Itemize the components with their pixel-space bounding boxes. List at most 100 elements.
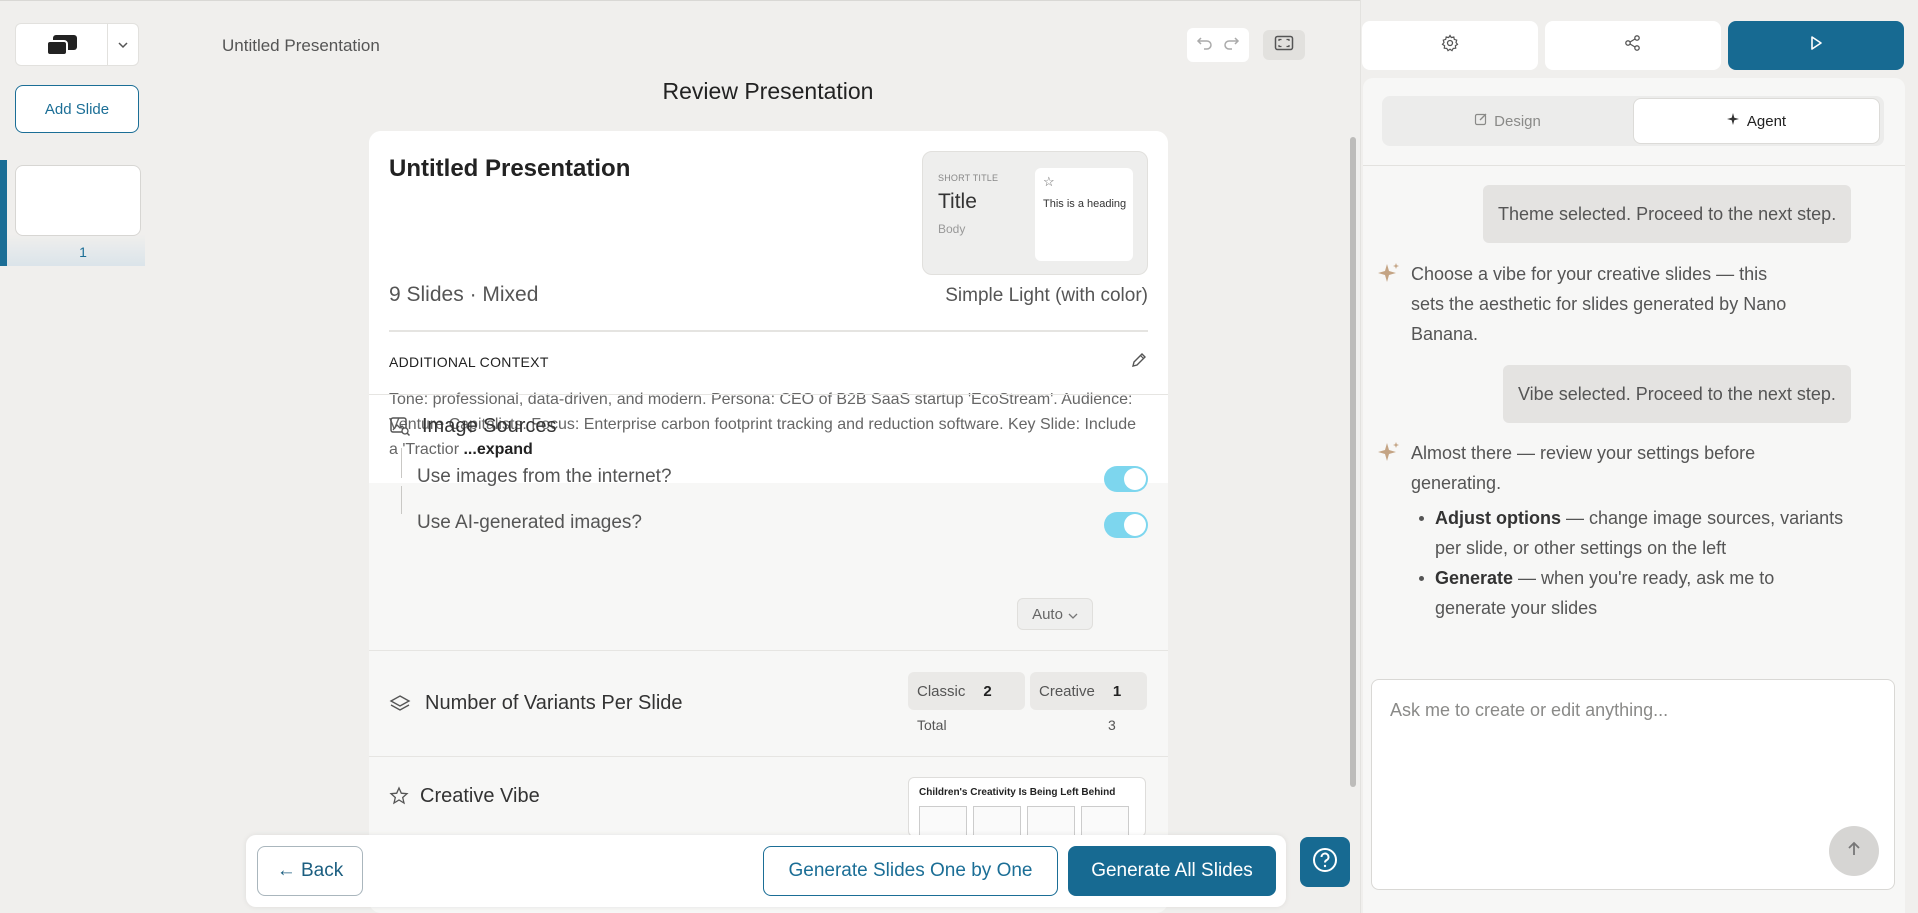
theme-title: Title — [938, 190, 977, 213]
message-line: Almost there — review your settings befo… — [1411, 443, 1756, 463]
scrollbar[interactable] — [1350, 137, 1356, 787]
undo-redo-group — [1187, 28, 1249, 62]
classic-label: Classic — [917, 682, 966, 700]
theme-name: Simple Light (with color) — [945, 285, 1148, 306]
document-title[interactable]: Untitled Presentation — [222, 36, 380, 56]
slide-thumbnail[interactable] — [15, 165, 141, 236]
sparkle-icon — [1726, 112, 1741, 130]
chat-input-placeholder: Ask me to create or edit anything... — [1390, 700, 1669, 720]
vibe-preview-image[interactable]: Children's Creativity Is Being Left Behi… — [908, 777, 1146, 837]
layers-icon — [389, 693, 411, 720]
chevron-down-icon[interactable] — [108, 24, 138, 65]
page-title: Review Presentation — [662, 78, 874, 104]
generate-all-button[interactable]: Generate All Slides — [1068, 846, 1276, 896]
internet-images-label: Use images from the internet? — [417, 466, 672, 487]
active-slide-indicator — [0, 160, 7, 266]
arrow-up-icon — [1845, 840, 1863, 863]
pencil-icon[interactable] — [1130, 351, 1148, 374]
app-logo-icon — [16, 24, 108, 65]
section-divider — [369, 650, 1168, 651]
image-sources-label: Image Sources — [422, 415, 557, 437]
vibe-tile — [1081, 806, 1129, 836]
message-line: Banana. — [1411, 324, 1479, 344]
edit-icon — [1474, 112, 1488, 130]
creative-value: 1 — [1112, 682, 1122, 700]
theme-mini-slide: ☆ This is a heading — [1035, 168, 1133, 261]
tab-divider — [1363, 165, 1905, 166]
tab-agent[interactable]: Agent — [1633, 98, 1880, 144]
list-item: Adjust options — change image sources, v… — [1419, 503, 1845, 563]
bullet-bold: Adjust options — [1435, 508, 1561, 528]
share-button[interactable] — [1545, 21, 1721, 70]
message-line: generating. — [1411, 473, 1502, 493]
bullet-bold: Generate — [1435, 568, 1514, 588]
total-label: Total — [917, 717, 947, 733]
toggle-knob — [1124, 468, 1146, 490]
vibe-tile — [973, 806, 1021, 836]
presentation-title: Untitled Presentation — [389, 155, 631, 182]
ai-images-label: Use AI-generated images? — [417, 512, 642, 533]
undo-icon[interactable] — [1196, 36, 1214, 55]
fullscreen-icon — [1274, 35, 1294, 56]
ai-images-toggle[interactable] — [1104, 512, 1148, 538]
sparkle-icon — [1377, 262, 1401, 291]
send-button[interactable] — [1829, 826, 1879, 876]
assistant-message: Choose a vibe for your creative slides —… — [1411, 259, 1786, 349]
creative-variants[interactable]: Creative 1 — [1030, 672, 1147, 710]
section-divider — [369, 394, 1168, 395]
fullscreen-button[interactable] — [1263, 30, 1305, 60]
total-value: 3 — [1108, 717, 1116, 733]
user-message: Theme selected. Proceed to the next step… — [1483, 185, 1852, 243]
vibe-preview-title: Children's Creativity Is Being Left Behi… — [919, 787, 1116, 798]
chevron-down-icon — [1068, 606, 1078, 623]
app-switcher[interactable] — [15, 23, 139, 66]
variants-label: Number of Variants Per Slide — [425, 692, 683, 714]
slides-summary: 9 Slides · Mixed — [389, 283, 538, 307]
message-text: Vibe selected. Proceed to the next step. — [1518, 383, 1836, 404]
list-item: Generate — when you're ready, ask me to … — [1419, 563, 1845, 623]
help-button[interactable] — [1300, 837, 1350, 887]
slide-count: 9 Slides — [389, 283, 464, 306]
tab-design[interactable]: Design — [1384, 98, 1631, 144]
sparkle-icon — [1377, 441, 1401, 470]
settings-button[interactable] — [1362, 21, 1538, 70]
share-icon — [1624, 34, 1642, 57]
ai-mode-value: Auto — [1032, 605, 1063, 623]
tree-line — [401, 486, 402, 514]
theme-short-title: SHORT TITLE — [938, 173, 999, 183]
vibe-tile — [919, 806, 967, 836]
toggle-knob — [1124, 514, 1146, 536]
classic-value: 2 — [983, 682, 992, 700]
chat-input[interactable]: Ask me to create or edit anything... — [1371, 679, 1895, 890]
redo-icon[interactable] — [1222, 36, 1240, 55]
vibe-tile — [1027, 806, 1075, 836]
classic-variants[interactable]: Classic 2 — [908, 672, 1025, 710]
divider — [389, 330, 1148, 332]
back-button[interactable]: ← Back — [257, 846, 363, 896]
message-text: Theme selected. Proceed to the next step… — [1498, 203, 1837, 224]
present-button[interactable] — [1728, 21, 1904, 70]
ai-image-mode-select[interactable]: Auto — [1017, 598, 1093, 630]
gear-icon — [1441, 34, 1459, 57]
slide-number: 1 — [79, 244, 87, 260]
message-line: sets the aesthetic for slides generated … — [1411, 294, 1787, 314]
star-icon: ☆ — [1043, 174, 1055, 189]
user-message: Vibe selected. Proceed to the next step. — [1503, 365, 1851, 423]
theme-preview-card[interactable]: SHORT TITLE Title Body ☆ This is a headi… — [922, 151, 1148, 275]
section-divider — [369, 756, 1168, 757]
assistant-bullet-list: Adjust options — change image sources, v… — [1419, 503, 1845, 623]
action-bar: ← Back Generate Slides One by One Genera… — [246, 835, 1286, 907]
theme-body: Body — [938, 222, 966, 236]
internet-images-toggle[interactable] — [1104, 466, 1148, 492]
assistant-message: Almost there — review your settings befo… — [1411, 438, 1755, 498]
slide-mode: · Mixed — [469, 283, 539, 306]
panel-tabs: Design Agent — [1382, 96, 1884, 146]
tree-line — [401, 448, 402, 478]
image-search-icon — [389, 415, 411, 442]
play-icon — [1808, 35, 1824, 56]
generate-one-by-one-button[interactable]: Generate Slides One by One — [763, 846, 1058, 896]
tab-design-label: Design — [1494, 112, 1541, 130]
message-line: Choose a vibe for your creative slides —… — [1411, 264, 1768, 284]
add-slide-button[interactable]: Add Slide — [15, 85, 139, 133]
expand-link[interactable]: ...expand — [459, 441, 532, 458]
